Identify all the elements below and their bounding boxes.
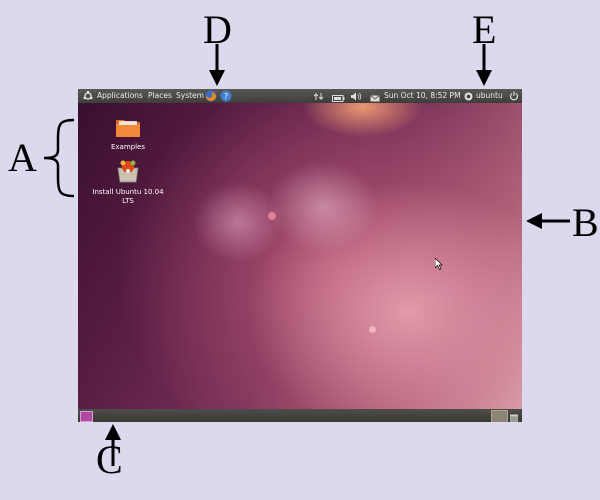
volume-icon[interactable] xyxy=(351,92,362,101)
network-icon[interactable] xyxy=(313,92,324,101)
user-status-icon[interactable] xyxy=(464,92,473,101)
power-icon[interactable] xyxy=(509,91,519,101)
arrow-left-b-icon xyxy=(526,213,570,229)
top-panel: Applications Places System ? Sun Oct 10,… xyxy=(78,89,522,103)
arrow-down-d-icon xyxy=(209,44,225,86)
desktop-wallpaper[interactable]: Examples Install Ubuntu 10.04 LTS xyxy=(78,102,522,409)
trash-icon[interactable] xyxy=(509,410,519,422)
callout-b: B xyxy=(572,200,599,245)
clock[interactable]: Sun Oct 10, 8:52 PM xyxy=(384,89,461,103)
mouse-pointer-icon xyxy=(435,258,443,270)
wallpaper-dot xyxy=(369,326,376,333)
brace-icon xyxy=(43,118,75,198)
arrow-up-c-icon xyxy=(105,424,121,466)
bottom-panel xyxy=(78,409,522,422)
show-desktop-icon[interactable] xyxy=(80,411,93,422)
user-menu[interactable]: ubuntu xyxy=(476,89,503,103)
folder-icon xyxy=(116,120,140,137)
wallpaper-dot xyxy=(268,212,276,220)
desktop-icon-examples[interactable]: Examples xyxy=(88,116,168,152)
arrow-down-e-icon xyxy=(476,44,492,86)
desktop-icon-label: Install Ubuntu 10.04 LTS xyxy=(92,188,164,205)
callout-a: A xyxy=(8,135,37,180)
desktop-icon-label: Examples xyxy=(110,143,145,151)
firefox-launcher-icon[interactable] xyxy=(205,90,217,102)
ubuntu-logo-icon[interactable] xyxy=(83,90,93,101)
battery-icon[interactable] xyxy=(332,93,345,102)
mail-indicator-icon[interactable] xyxy=(370,93,380,102)
menu-places[interactable]: Places xyxy=(148,89,172,103)
menu-applications[interactable]: Applications xyxy=(97,89,143,103)
help-icon[interactable]: ? xyxy=(220,90,232,102)
svg-text:?: ? xyxy=(224,92,228,101)
menu-system[interactable]: System xyxy=(176,89,204,103)
installer-icon xyxy=(117,160,139,183)
desktop-icon-install-ubuntu[interactable]: Install Ubuntu 10.04 LTS xyxy=(88,159,168,206)
desktop-screen: Examples Install Ubuntu 10.04 LTS Applic… xyxy=(78,89,522,422)
workspace-switcher[interactable] xyxy=(491,410,508,422)
